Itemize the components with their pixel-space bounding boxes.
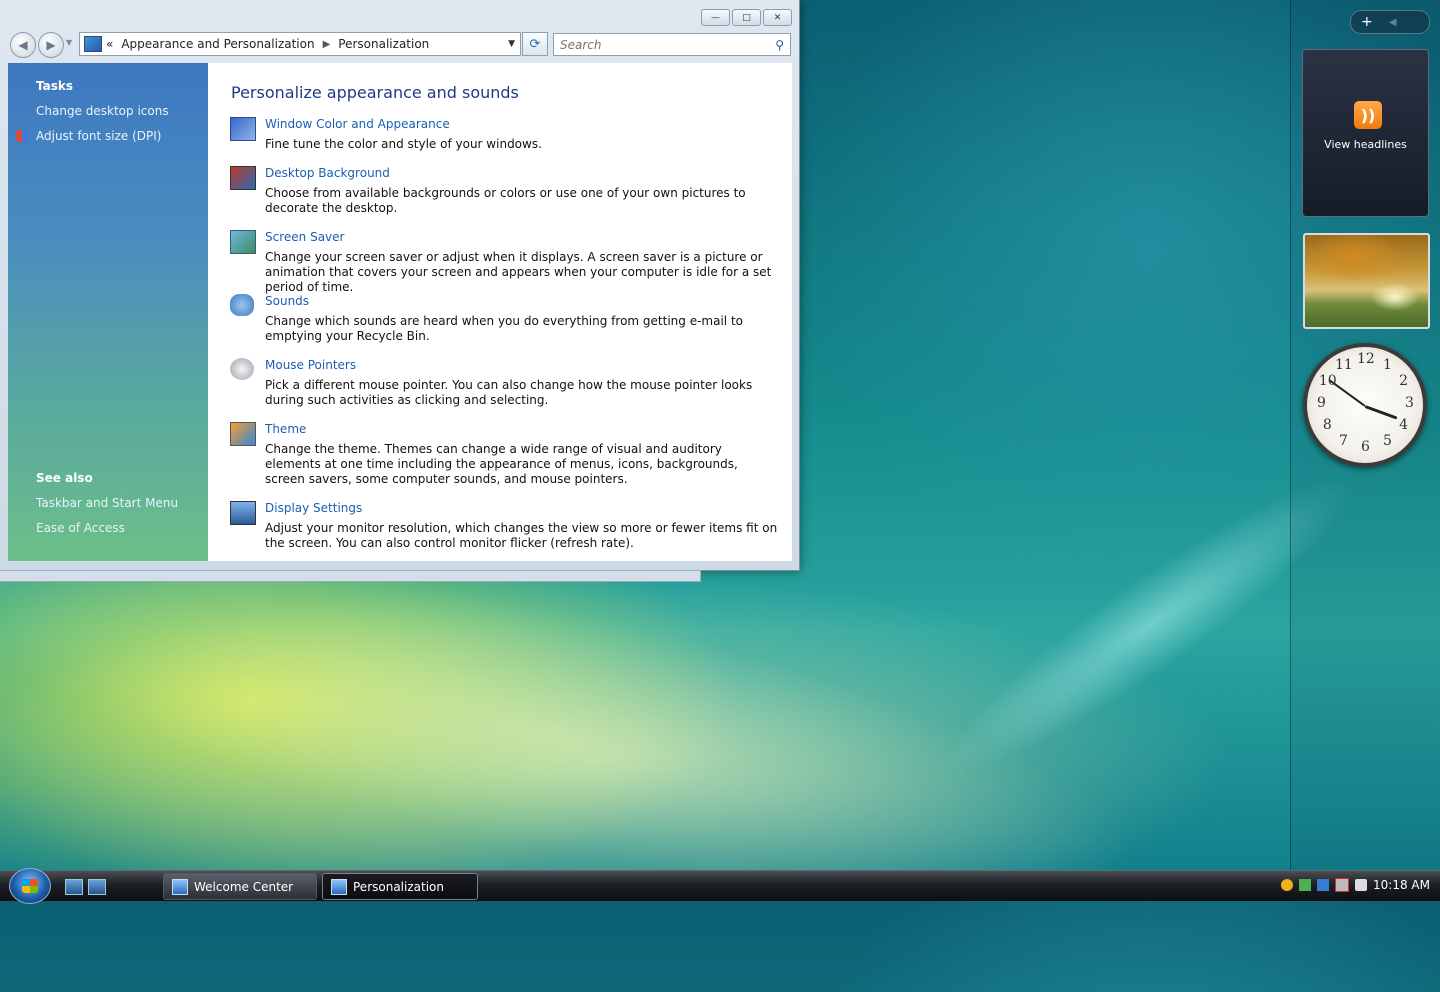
breadcrumb-prefix[interactable]: « <box>106 37 113 51</box>
rss-feed-icon: )) <box>1354 101 1382 129</box>
sounds-icon[interactable] <box>230 294 254 316</box>
taskbar: Welcome Center Personalization 10:18 AM <box>0 868 1440 904</box>
close-button[interactable]: ✕ <box>763 9 792 26</box>
adjust-font-size-link[interactable]: Adjust font size (DPI) <box>36 129 161 143</box>
slideshow-gadget[interactable] <box>1303 233 1430 329</box>
window-controls: — □ ✕ <box>701 9 792 26</box>
item-description: Adjust your monitor resolution, which ch… <box>265 521 778 550</box>
task-label: Personalization <box>353 879 444 894</box>
clock-time[interactable]: 10:18 AM <box>1373 878 1430 892</box>
clock-numeral: 7 <box>1339 433 1348 450</box>
item-description: Change which sounds are heard when you d… <box>265 314 743 343</box>
security-alert-icon[interactable] <box>1281 879 1294 891</box>
taskbar-start-menu-link[interactable]: Taskbar and Start Menu <box>36 496 178 510</box>
search-icon[interactable]: ⚲ <box>775 38 784 52</box>
task-label: Welcome Center <box>194 879 294 894</box>
main-content: Personalize appearance and sounds Window… <box>208 63 792 561</box>
screen-saver-icon[interactable] <box>230 230 256 254</box>
clock-numeral: 5 <box>1383 433 1392 450</box>
item-description: Fine tune the color and style of your wi… <box>265 137 542 151</box>
item-description: Change the theme. Themes can change a wi… <box>265 442 738 486</box>
clock-numeral: 2 <box>1399 373 1409 389</box>
clock-numeral: 11 <box>1335 356 1353 373</box>
recent-pages-dropdown-icon[interactable]: ▼ <box>66 38 72 47</box>
forward-button[interactable]: ▶ <box>38 32 64 58</box>
clock-numeral: 3 <box>1405 395 1414 411</box>
screen-saver-link[interactable]: Screen Saver <box>265 230 344 244</box>
sounds-link[interactable]: Sounds <box>265 294 309 308</box>
display-settings-icon[interactable] <box>230 501 256 525</box>
network-disconnected-icon[interactable] <box>1335 878 1350 892</box>
address-dropdown-icon[interactable]: ▼ <box>508 39 515 49</box>
taskbar-button-personalization[interactable]: Personalization <box>322 873 478 900</box>
address-bar[interactable]: « Appearance and Personalization ▶ Perso… <box>79 32 521 56</box>
item-description: Choose from available backgrounds or col… <box>265 186 746 215</box>
see-also-header: See also <box>36 471 93 485</box>
hour-hand <box>1364 405 1398 420</box>
uac-shield-icon <box>16 130 28 143</box>
theme-link[interactable]: Theme <box>265 422 306 436</box>
desktop-background-link[interactable]: Desktop Background <box>265 166 390 180</box>
minimize-button[interactable]: — <box>701 9 730 26</box>
refresh-button[interactable]: ⟳ <box>522 32 548 56</box>
windows-logo-icon <box>22 879 38 893</box>
task-pane: Tasks Change desktop icons Adjust font s… <box>8 63 208 561</box>
back-arrow-icon: ◀ <box>18 38 28 52</box>
search-input[interactable] <box>558 36 762 53</box>
refresh-icon: ⟳ <box>529 36 541 52</box>
clock-numeral: 1 <box>1383 356 1392 373</box>
back-button[interactable]: ◀ <box>10 32 36 58</box>
breadcrumb-appearance[interactable]: Appearance and Personalization <box>121 37 314 51</box>
ease-of-access-link[interactable]: Ease of Access <box>36 521 125 535</box>
clock-numeral: 8 <box>1322 417 1332 433</box>
clock-numeral: 10 <box>1318 373 1337 389</box>
personalization-window: — □ ✕ ◀ ▶ ▼ « Appearance and Personaliza… <box>0 0 800 571</box>
item-description: Pick a different mouse pointer. You can … <box>265 378 753 407</box>
search-box[interactable]: ⚲ <box>553 33 791 56</box>
mouse-pointer-icon[interactable] <box>230 358 254 380</box>
window-bottom-frame <box>0 570 701 582</box>
volume-muted-icon[interactable] <box>1355 879 1368 891</box>
start-button[interactable] <box>9 868 51 904</box>
previous-gadget-icon[interactable]: ◀ <box>1389 17 1397 28</box>
window-color-icon[interactable] <box>230 117 256 141</box>
clock-numeral: 6 <box>1361 439 1370 455</box>
taskbar-button-welcome-center[interactable]: Welcome Center <box>163 873 317 900</box>
change-desktop-icons-link[interactable]: Change desktop icons <box>36 104 169 118</box>
clock-numeral: 4 <box>1399 417 1409 433</box>
windows-update-icon[interactable] <box>1317 879 1330 891</box>
window-color-link[interactable]: Window Color and Appearance <box>265 117 450 131</box>
switch-windows-icon[interactable] <box>88 879 106 895</box>
display-settings-link[interactable]: Display Settings <box>265 501 362 515</box>
desktop-background-icon[interactable] <box>230 166 256 190</box>
clock-numeral: 12 <box>1357 351 1375 367</box>
page-title: Personalize appearance and sounds <box>231 83 519 102</box>
mouse-pointers-link[interactable]: Mouse Pointers <box>265 358 356 372</box>
forward-arrow-icon: ▶ <box>46 38 56 52</box>
tasks-header: Tasks <box>36 79 74 93</box>
add-gadget-button[interactable]: + <box>1361 14 1373 30</box>
sidebar-controls: + ◀ <box>1350 10 1430 34</box>
clock-gadget[interactable]: 12 1 2 3 4 5 6 7 8 9 10 11 <box>1303 343 1427 467</box>
feed-headlines-gadget[interactable]: )) View headlines <box>1302 49 1429 217</box>
welcome-center-icon <box>172 878 188 895</box>
personalization-icon <box>331 878 347 895</box>
item-description: Change your screen saver or adjust when … <box>265 250 772 294</box>
clock-numeral: 9 <box>1317 395 1326 411</box>
network-status-icon[interactable] <box>1299 879 1312 891</box>
breadcrumb-separator-icon[interactable]: ▶ <box>323 39 331 50</box>
show-desktop-icon[interactable] <box>65 879 83 895</box>
maximize-button[interactable]: □ <box>732 9 761 26</box>
breadcrumb-personalization[interactable]: Personalization <box>338 37 429 51</box>
theme-icon[interactable] <box>230 422 256 446</box>
notification-area: 10:18 AM <box>1281 878 1430 892</box>
view-headlines-label[interactable]: View headlines <box>1303 138 1428 151</box>
control-panel-icon <box>84 36 102 52</box>
